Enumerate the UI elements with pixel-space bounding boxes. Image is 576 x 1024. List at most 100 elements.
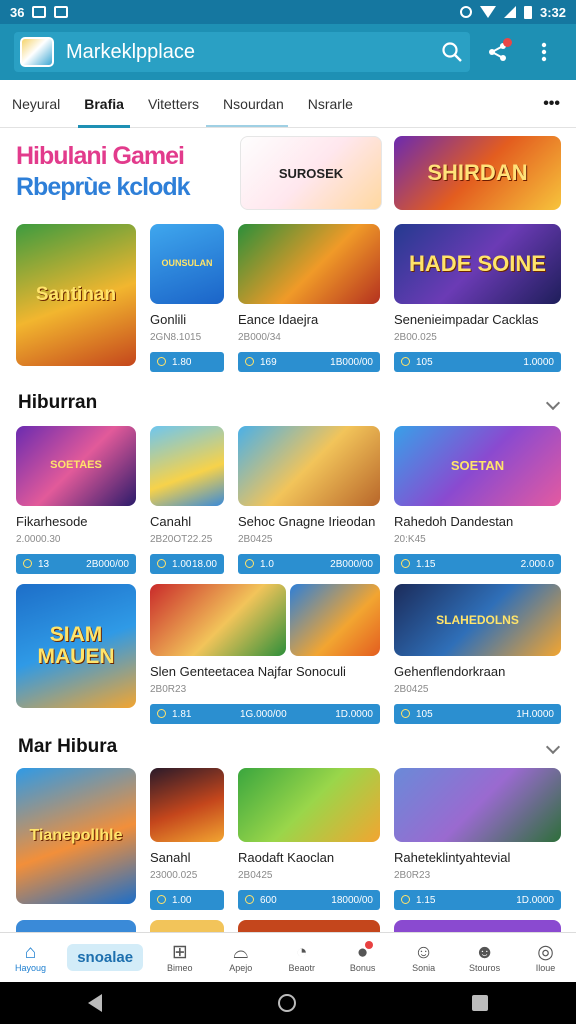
banner-image-2-text: SHIRDAN <box>427 160 528 185</box>
chevron-down-icon[interactable] <box>545 739 561 755</box>
nav-item-7[interactable]: ☻ Stouros <box>454 933 515 982</box>
game-title: Senenieimpadar Cacklas <box>394 312 539 327</box>
game-card[interactable]: SOETAN Rahedoh Dandestan 20:K45 1.15 2.00… <box>394 426 561 574</box>
game-card[interactable]: Raodaft Kaoclan 2B0425 600 18000/00 <box>238 768 380 910</box>
price-bar[interactable]: 13 2B000/00 <box>16 554 136 574</box>
game-thumbnail <box>290 584 380 656</box>
price-bar[interactable]: 1.80 <box>150 352 224 372</box>
price-bar[interactable]: 105 1.0000 <box>394 352 561 372</box>
app-bar: Markeklpplace <box>0 24 576 80</box>
price-bar[interactable]: 1.0 2B000/00 <box>238 554 380 574</box>
nav-search-label: snoalae <box>67 944 144 971</box>
coin-icon <box>157 895 166 905</box>
game-thumbnail <box>150 426 224 506</box>
game-card[interactable]: SLAHEDOLNS Gehenflendorkraan 2B0425 105 1… <box>394 584 561 724</box>
recent-apps-icon[interactable] <box>472 995 488 1011</box>
nav-label: Hayoug <box>14 962 46 973</box>
price-bar[interactable]: 600 18000/00 <box>238 890 380 910</box>
game-meta: 2B20OT22.25 <box>150 534 213 545</box>
game-card[interactable]: Sehoc Gnagne Irieodan 2B0425 1.0 2B000/00 <box>238 426 380 574</box>
coin-icon <box>401 559 410 569</box>
nav-home[interactable]: ⌂ Hayoug <box>0 933 61 982</box>
overflow-menu-button[interactable] <box>526 34 562 70</box>
price-bar[interactable]: 169 1B000/00 <box>238 352 380 372</box>
price-right: 2B000/00 <box>330 558 373 570</box>
game-card[interactable]: Sanahl 23000.025 1.00 <box>150 768 224 910</box>
game-meta: 2.0000.30 <box>16 534 61 545</box>
search-button[interactable] <box>434 34 470 70</box>
tab-label: Nsrarle <box>307 95 353 112</box>
game-card[interactable]: Eance Idaejra 2B000/34 169 1B000/00 <box>238 224 380 372</box>
game-thumbnail: OUNSULAN <box>150 224 224 304</box>
tab-0[interactable]: Neyural <box>0 80 72 128</box>
game-card[interactable]: HADE SOINE Senenieimpadar Cacklas 2B00.0… <box>394 224 561 372</box>
nav-label: Apejo <box>229 962 253 973</box>
coin-icon <box>245 895 254 905</box>
game-card[interactable]: SOETAES Fikarhesode 2.0000.30 13 2B000/00 <box>16 426 136 574</box>
nav-item-6[interactable]: ☺ Sonia <box>393 933 454 982</box>
app-title-bar[interactable]: Markeklpplace <box>14 32 470 72</box>
price-bar[interactable]: 1.00 18.00 <box>150 554 224 574</box>
more-tabs-icon[interactable]: ••• <box>543 95 576 113</box>
price-bar[interactable]: 105 1H.0000 <box>394 704 561 724</box>
game-card[interactable]: Slen Genteetacea Najfar Sonoculi 2B0R23 … <box>150 584 380 724</box>
nav-label: Stouros <box>469 962 501 973</box>
nav-item-5[interactable]: ● Bonus <box>332 933 393 982</box>
nav-item-2[interactable]: ⊞ Bimeo <box>149 933 210 982</box>
banner-image-2[interactable]: SHIRDAN <box>394 136 561 210</box>
game-thumbnail <box>238 768 380 842</box>
promo-banner[interactable]: Hibulani Gamei Rbeprùe kclodk SUROSEK SH… <box>16 136 561 212</box>
game-card[interactable]: Raheteklintyahtevial 2B0R23 1.15 1D.0000 <box>394 768 561 910</box>
game-title: Gehenflendorkraan <box>394 664 506 679</box>
price-bar[interactable]: 1.15 1D.0000 <box>394 890 561 910</box>
home-icon: ⌂ <box>24 941 37 963</box>
coin-icon <box>157 357 166 367</box>
thumbnail-text: SOETAN <box>450 458 505 474</box>
system-navigation-bar <box>0 982 576 1024</box>
coin-icon <box>23 559 32 569</box>
coin-icon <box>245 357 254 367</box>
share-button[interactable] <box>480 34 516 70</box>
back-icon[interactable] <box>88 994 102 1012</box>
game-thumbnail-partial <box>150 920 224 932</box>
banner-image-1-text: SUROSEK <box>278 165 344 181</box>
people-icon: ☺ <box>413 941 434 963</box>
tab-label: Neyural <box>12 95 61 112</box>
game-meta: 2B0425 <box>394 684 429 695</box>
tab-4[interactable]: Nsrarle <box>296 80 365 128</box>
price-left: 600 <box>260 894 277 906</box>
game-title: Canahl <box>150 514 192 529</box>
price-bar[interactable]: 1.15 2.000.0 <box>394 554 561 574</box>
price-bar[interactable]: 1.00 <box>150 890 224 910</box>
home-circle-icon[interactable] <box>278 994 296 1012</box>
game-thumbnail: SOETAES <box>16 426 136 506</box>
price-left: 105 <box>416 356 433 368</box>
tab-2[interactable]: Vitetters <box>136 80 211 128</box>
game-title: Slen Genteetacea Najfar Sonoculi <box>150 664 346 679</box>
thumbnail-text: OUNSULAN <box>161 258 213 269</box>
banner-line-1: Hibulani Gamei <box>16 142 185 170</box>
app-logo-icon <box>20 37 54 67</box>
thumbnail-text: SOETAES <box>50 459 102 472</box>
chevron-down-icon[interactable] <box>545 395 561 411</box>
game-card[interactable]: OUNSULAN Gonlili 2GN8.1015 1.80 <box>150 224 224 372</box>
game-card[interactable]: Canahl 2B20OT22.25 1.00 18.00 <box>150 426 224 574</box>
game-thumbnail <box>238 426 380 506</box>
thumbnail-text: Santinan <box>35 284 117 306</box>
banner-image-1[interactable]: SUROSEK <box>240 136 382 210</box>
chat-icon: ● <box>357 940 374 963</box>
nav-search[interactable]: snoalae <box>61 933 149 982</box>
price-bar[interactable]: 1.81 1G.000/00 1D.0000 <box>150 704 380 724</box>
nav-item-8[interactable]: ◎ Iloue <box>515 933 576 982</box>
coin-icon <box>401 357 410 367</box>
game-thumbnail <box>150 584 286 656</box>
game-card[interactable]: Tianepollhle <box>16 768 136 904</box>
game-card[interactable]: Santinan <box>16 224 136 366</box>
game-card[interactable]: SIAM MAUEN <box>16 584 136 708</box>
tab-3[interactable]: Nsourdan <box>211 80 296 128</box>
price-right: 1B000/00 <box>330 356 373 368</box>
price-left: 1.00 <box>172 894 192 906</box>
tab-1[interactable]: Brafia <box>72 80 136 128</box>
nav-item-4[interactable]: ◔ Beaotr <box>271 933 332 982</box>
nav-item-3[interactable]: ⌓ Apejo <box>210 933 271 982</box>
